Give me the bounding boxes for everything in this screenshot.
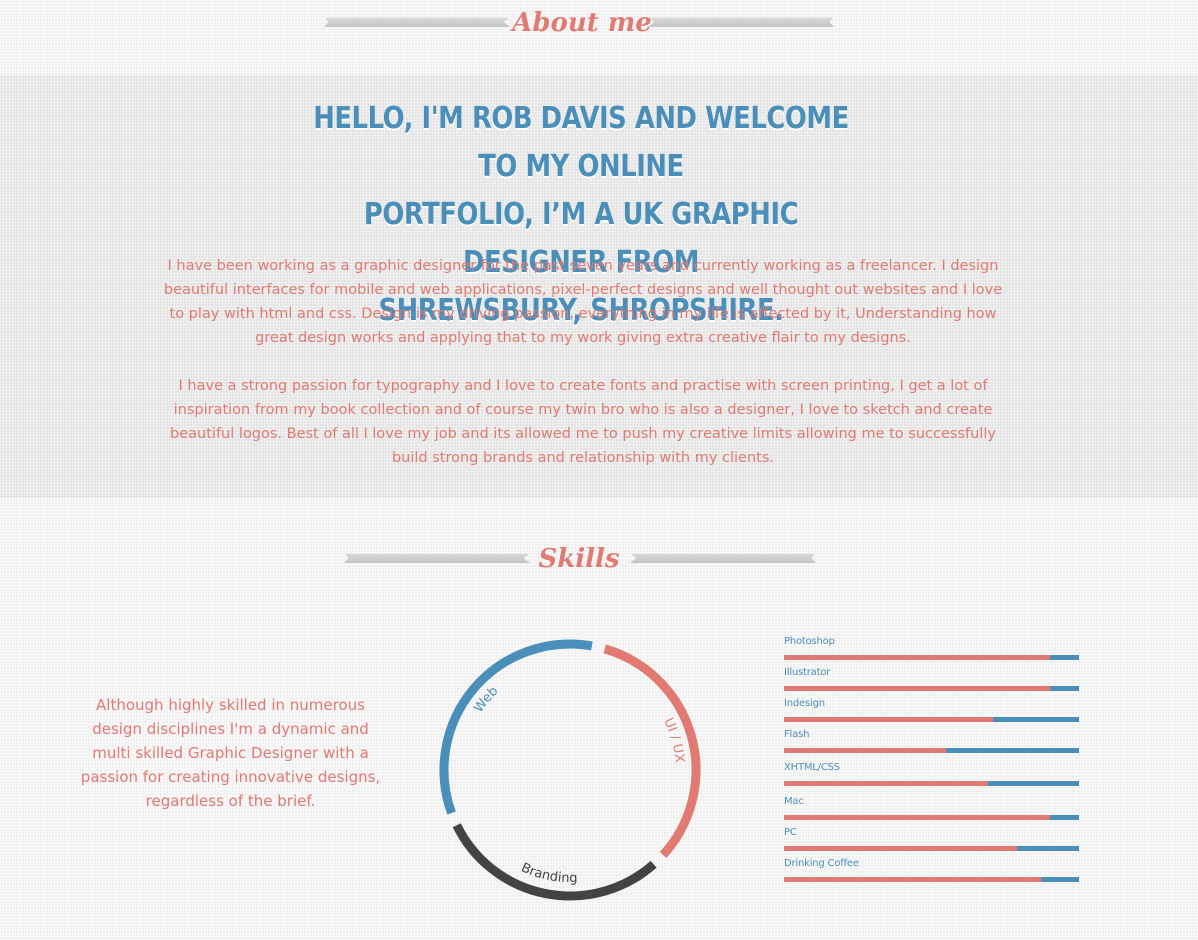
skill-bar-label: Drinking Coffee: [784, 858, 859, 869]
ribbon-right: [630, 553, 816, 563]
skill-bar-track: [784, 877, 1079, 882]
skills-intro: Although highly skilled in numerous desi…: [80, 696, 381, 810]
skill-bar-row: Indesign: [784, 698, 1080, 728]
skill-bar-row: Drinking Coffee: [784, 858, 1080, 888]
about-paragraph-1: I have been working as a graphic designe…: [163, 258, 1003, 346]
skill-bar-label: Indesign: [784, 698, 825, 709]
skill-bar-row: Flash: [784, 729, 1080, 759]
skill-bar-fill: [784, 815, 1050, 820]
skill-bar-label: PC: [784, 827, 797, 838]
skill-bar-row: XHTML/CSS: [784, 762, 1080, 792]
about-paragraph-2: I have a strong passion for typography a…: [170, 378, 996, 466]
skill-bar-fill: [784, 655, 1050, 660]
skill-bar-fill: [784, 717, 994, 722]
skill-bar-label: Illustrator: [784, 667, 831, 678]
skill-bar-label: Photoshop: [784, 636, 835, 647]
skill-bar-row: Mac: [784, 796, 1080, 826]
skill-bar-fill: [784, 846, 1018, 851]
skill-bar-track: [784, 748, 1079, 753]
skills-heading-banner: Skills: [0, 544, 1198, 588]
skill-bar-track: [784, 846, 1079, 851]
about-title-line: Hello, I'm Rob Davis and welcome to my o…: [313, 101, 849, 184]
skill-bar-track: [784, 686, 1079, 691]
skills-ring-chart: UI / UXBrandingWeb: [439, 639, 701, 901]
skill-bar-fill: [784, 748, 947, 753]
skill-bar-label: Flash: [784, 729, 810, 740]
skill-bar-track: [784, 655, 1079, 660]
skill-bar-label: Mac: [784, 796, 804, 807]
skill-bar-label: XHTML/CSS: [784, 762, 840, 773]
ring-label: Branding: [519, 860, 578, 886]
skill-bar-fill: [784, 686, 1050, 691]
skill-bar-fill: [784, 877, 1041, 882]
ring-segment-web: [439, 639, 593, 815]
skill-bar-track: [784, 815, 1079, 820]
skill-bar-row: PC: [784, 827, 1080, 857]
about-heading: About me: [512, 8, 652, 38]
skill-bar-row: Photoshop: [784, 636, 1080, 666]
skill-bar-row: Illustrator: [784, 667, 1080, 697]
ring-segment-branding: [452, 823, 657, 901]
skill-bar-fill: [784, 781, 988, 786]
skill-bar-track: [784, 781, 1079, 786]
ribbon-right: [648, 17, 834, 27]
skill-bar-track: [784, 717, 1079, 722]
about-heading-banner: About me: [0, 8, 1198, 52]
